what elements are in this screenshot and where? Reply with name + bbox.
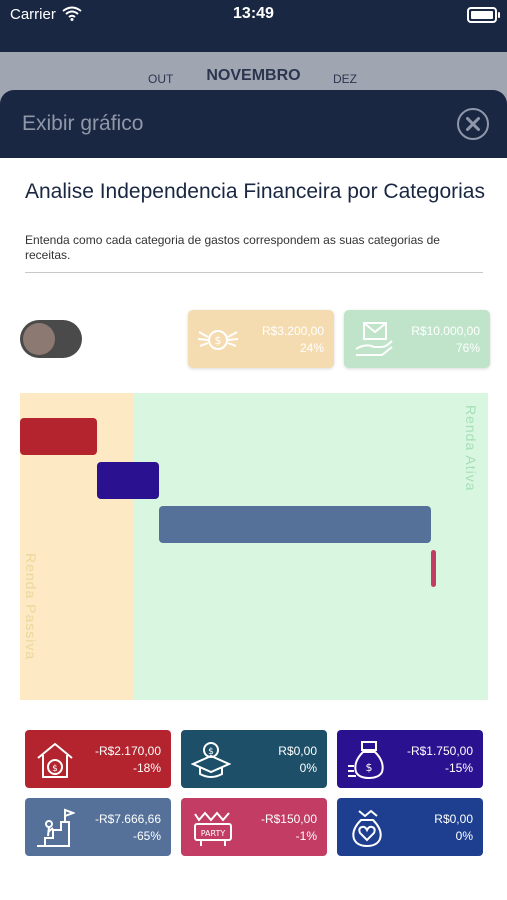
category-percent: -18% [132,761,161,775]
category-card-care[interactable]: R$0,00 0% [337,798,483,856]
category-percent: -15% [444,761,473,775]
category-value: -R$150,00 [260,812,317,826]
active-income-percent: 76% [455,341,480,355]
bar-metas [158,506,431,543]
toggle-knob [23,323,55,355]
svg-text:$: $ [215,334,222,347]
active-income-card[interactable]: R$10.000,00 76% [344,310,490,368]
active-income-zone [133,393,488,700]
active-zone-label: Renda Ativa [463,405,479,492]
battery-icon [467,7,500,23]
passive-income-card[interactable]: $ R$3.200,00 24% [188,310,334,368]
stairs-goal-icon [35,808,76,853]
bar-lazer [430,550,437,587]
winged-coin-icon: $ [196,319,240,364]
passive-zone-label: Renda Passiva [23,553,39,661]
category-value: R$0,00 [278,744,317,758]
category-card-leisure[interactable]: PARTY -R$150,00 -1% [181,798,327,856]
category-percent: 0% [455,829,473,843]
page-title: Analise Independencia Financeira por Cat… [25,180,485,203]
clock: 13:49 [233,5,274,22]
svg-text:PARTY: PARTY [201,829,226,838]
category-value: -R$7.666,66 [94,812,161,826]
category-percent: -1% [295,829,317,843]
house-money-icon: $ [35,740,75,785]
salary-hand-icon [352,319,396,364]
active-income-value: R$10.000,00 [411,324,480,338]
view-toggle[interactable] [20,320,82,358]
close-icon [466,117,480,131]
svg-text:$: $ [366,761,373,774]
category-value: R$0,00 [434,812,473,826]
bar-investimentos [96,462,159,499]
category-value: -R$1.750,00 [406,744,473,758]
passive-income-value: R$3.200,00 [261,324,324,338]
category-card-investments[interactable]: $ -R$1.750,00 -15% [337,730,483,788]
month-current: NOVEMBRO [206,67,301,84]
sheet-title: Exibir gráfico [22,112,144,135]
svg-text:$: $ [52,764,58,774]
category-chart: Renda Passiva Renda Ativa [20,393,488,700]
category-percent: -65% [132,829,161,843]
party-sign-icon: PARTY [191,808,235,853]
category-card-education[interactable]: $ R$0,00 0% [181,730,327,788]
category-card-goals[interactable]: -R$7.666,66 -65% [25,798,171,856]
heart-bag-icon [347,808,387,853]
category-value: -R$2.170,00 [94,744,161,758]
sheet-header: Exibir gráfico [0,90,507,158]
page-subtitle: Entenda como cada categoria de gastos co… [25,233,440,262]
divider [25,272,483,273]
bar-moradia [20,418,97,455]
status-bar: Carrier 13:49 [0,0,507,52]
month-next[interactable]: DEZ [333,72,357,86]
money-bag-icon: $ [347,740,387,785]
graduation-cap-icon: $ [190,740,232,785]
category-card-housing[interactable]: $ -R$2.170,00 -18% [25,730,171,788]
category-percent: 0% [299,761,317,775]
close-button[interactable] [457,108,489,140]
passive-income-percent: 24% [299,341,324,355]
